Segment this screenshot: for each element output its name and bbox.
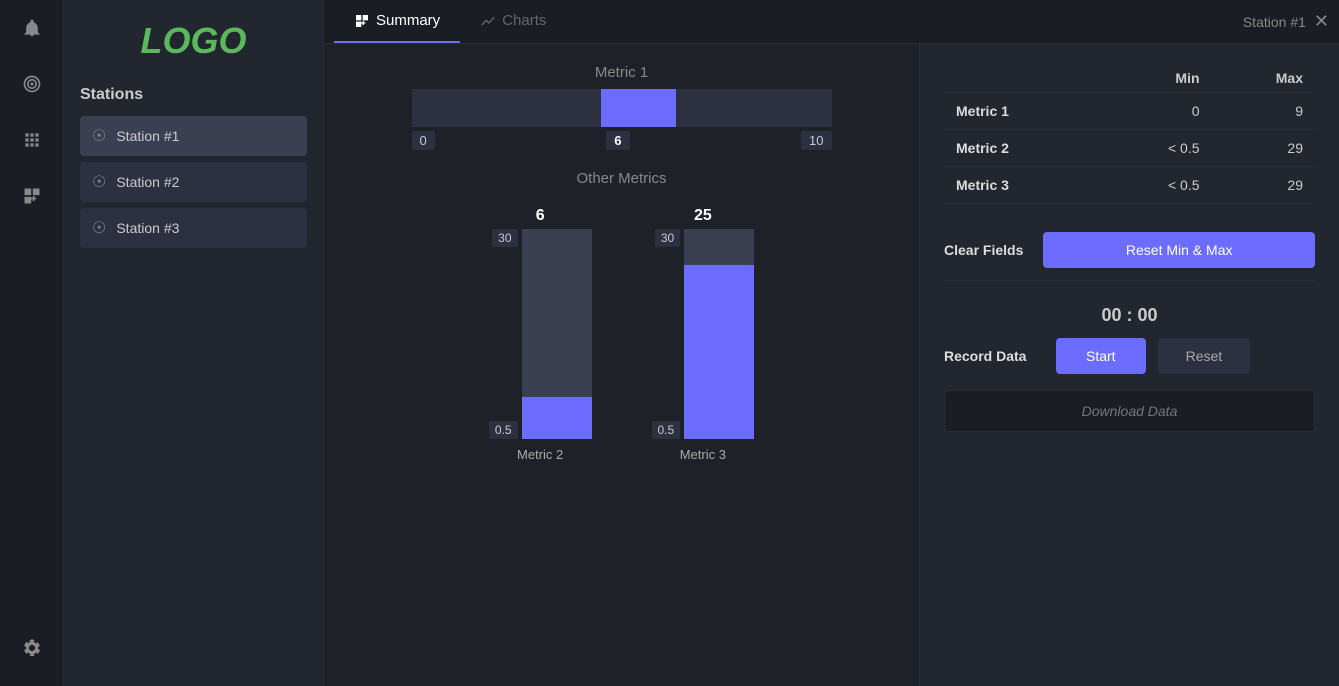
metric3-value: 25 bbox=[694, 207, 712, 225]
metric1-current-label: 6 bbox=[606, 131, 629, 150]
stats-metric1-name: Metric 1 bbox=[944, 93, 1099, 130]
stats-metric2-name: Metric 2 bbox=[944, 130, 1099, 167]
metric2-value: 6 bbox=[536, 207, 545, 225]
metric1-labels: 0 6 10 bbox=[412, 131, 832, 150]
stats-metric2-min: < 0.5 bbox=[1099, 130, 1211, 167]
clear-fields-label: Clear Fields bbox=[944, 242, 1023, 258]
metric1-fill bbox=[601, 89, 677, 127]
stats-metric3-max: 29 bbox=[1212, 167, 1315, 204]
metric1-title: Metric 1 bbox=[595, 64, 648, 81]
clear-fields-row: Clear Fields Reset Min & Max bbox=[944, 220, 1315, 281]
stats-metric3-min: < 0.5 bbox=[1099, 167, 1211, 204]
download-data-btn[interactable]: Download Data bbox=[944, 390, 1315, 432]
stats-metric2-max: 29 bbox=[1212, 130, 1315, 167]
stats-row-metric3: Metric 3 < 0.5 29 bbox=[944, 167, 1315, 204]
metric2-name: Metric 2 bbox=[517, 447, 563, 462]
blocks-icon-btn[interactable] bbox=[14, 178, 50, 214]
stats-metric3-name: Metric 3 bbox=[944, 167, 1099, 204]
close-tab-btn[interactable]: ✕ bbox=[1314, 11, 1329, 32]
reset-small-btn[interactable]: Reset bbox=[1158, 338, 1251, 374]
tabs-left: Summary Charts bbox=[334, 0, 566, 43]
stations-title: Stations bbox=[80, 86, 307, 104]
metric2-min-label: 0.5 bbox=[489, 421, 518, 439]
sidebar-item-station-1[interactable]: ☉ Station #1 bbox=[80, 116, 307, 156]
metric3-chart: 25 30 0.5 Metric 3 bbox=[652, 207, 755, 462]
stats-header-max: Max bbox=[1212, 64, 1315, 93]
metric3-bar-wrap bbox=[684, 229, 754, 439]
metric2-bar-wrap bbox=[522, 229, 592, 439]
station-1-label: Station #1 bbox=[116, 128, 179, 144]
wifi-icon-1: ☉ bbox=[92, 126, 106, 146]
wifi-icon-2: ☉ bbox=[92, 172, 106, 192]
icon-bar-top bbox=[14, 10, 50, 214]
gear-icon-btn[interactable] bbox=[14, 630, 50, 666]
sidebar-item-station-2[interactable]: ☉ Station #2 bbox=[80, 162, 307, 202]
logo: LOGO bbox=[80, 20, 307, 62]
metric2-scale-labels: 30 0.5 bbox=[489, 229, 518, 439]
station-2-label: Station #2 bbox=[116, 174, 179, 190]
icon-bar bbox=[0, 0, 64, 686]
stats-header-name bbox=[944, 64, 1099, 93]
reset-min-max-btn[interactable]: Reset Min & Max bbox=[1043, 232, 1315, 268]
bell-icon-btn[interactable] bbox=[14, 10, 50, 46]
metric3-scale-labels: 30 0.5 bbox=[652, 229, 681, 439]
active-station-label: Station #1 ✕ bbox=[1243, 11, 1329, 32]
metric1-min-label: 0 bbox=[412, 131, 435, 150]
tab-summary-label: Summary bbox=[376, 12, 440, 29]
timer-display: 00 : 00 bbox=[944, 297, 1315, 338]
sidebar-item-station-3[interactable]: ☉ Station #3 bbox=[80, 208, 307, 248]
metric2-fill bbox=[522, 397, 592, 439]
start-btn[interactable]: Start bbox=[1056, 338, 1146, 374]
stats-table: Min Max Metric 1 0 9 Metric 2 < 0.5 29 bbox=[944, 64, 1315, 204]
stats-metric1-min: 0 bbox=[1099, 93, 1211, 130]
charts-section: Metric 1 0 6 10 Other Metrics 6 bbox=[324, 44, 919, 686]
stats-row-metric2: Metric 2 < 0.5 29 bbox=[944, 130, 1315, 167]
metric3-name: Metric 3 bbox=[680, 447, 726, 462]
metric2-max-label: 30 bbox=[492, 229, 517, 247]
record-data-label: Record Data bbox=[944, 348, 1044, 364]
tab-summary[interactable]: Summary bbox=[334, 0, 460, 43]
metric2-bar-container: 30 0.5 bbox=[489, 229, 592, 439]
content-area: Metric 1 0 6 10 Other Metrics 6 bbox=[324, 44, 1339, 686]
metric1-max-label: 10 bbox=[801, 131, 831, 150]
main-area: Summary Charts Station #1 ✕ Metric 1 bbox=[324, 0, 1339, 686]
stats-header-min: Min bbox=[1099, 64, 1211, 93]
network-icon-btn[interactable] bbox=[14, 122, 50, 158]
other-metrics-title: Other Metrics bbox=[354, 170, 889, 187]
stats-metric1-max: 9 bbox=[1212, 93, 1315, 130]
metric2-chart: 6 30 0.5 Metric 2 bbox=[489, 207, 592, 462]
tab-charts[interactable]: Charts bbox=[460, 0, 566, 43]
metric3-min-label: 0.5 bbox=[652, 421, 681, 439]
icon-bar-bottom bbox=[14, 630, 50, 676]
metric3-bar-container: 30 0.5 bbox=[652, 229, 755, 439]
wifi-icon-3: ☉ bbox=[92, 218, 106, 238]
metric3-fill bbox=[684, 265, 754, 439]
sidebar: LOGO Stations ☉ Station #1 ☉ Station #2 … bbox=[64, 0, 324, 686]
tab-bar: Summary Charts Station #1 ✕ bbox=[324, 0, 1339, 44]
tab-charts-label: Charts bbox=[502, 12, 546, 29]
station-3-label: Station #3 bbox=[116, 220, 179, 236]
right-panel: Min Max Metric 1 0 9 Metric 2 < 0.5 29 bbox=[919, 44, 1339, 686]
metric3-max-label: 30 bbox=[655, 229, 680, 247]
record-data-row: Record Data Start Reset bbox=[944, 338, 1315, 374]
metric1-bar bbox=[412, 89, 832, 127]
active-station-text: Station #1 bbox=[1243, 14, 1306, 30]
stats-row-metric1: Metric 1 0 9 bbox=[944, 93, 1315, 130]
other-metrics-charts: 6 30 0.5 Metric 2 25 bbox=[354, 207, 889, 462]
metric1-bar-wrap: 0 6 10 bbox=[412, 89, 832, 150]
target-icon-btn[interactable] bbox=[14, 66, 50, 102]
metric1-container: Metric 1 0 6 10 bbox=[354, 64, 889, 150]
